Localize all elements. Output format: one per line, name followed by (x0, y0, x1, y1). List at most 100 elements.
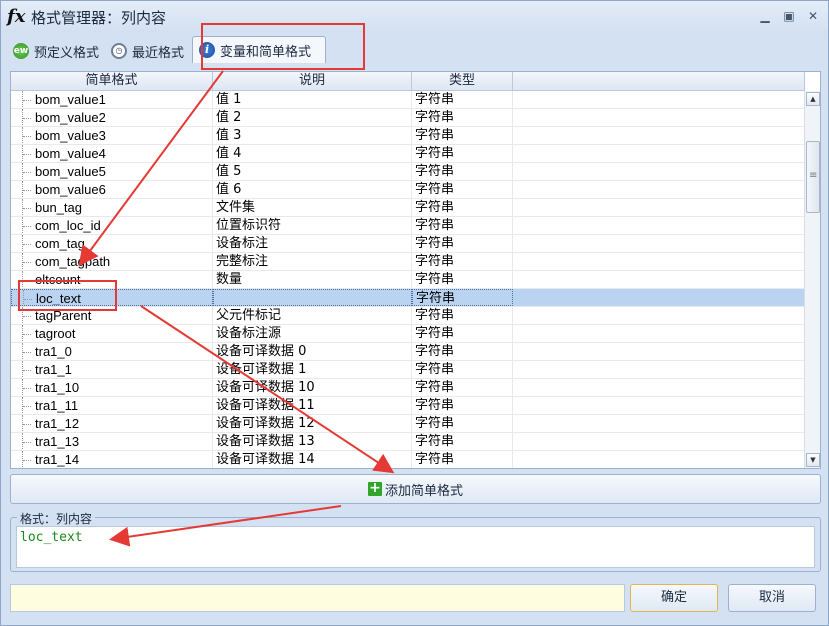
tab-label: 最近格式 (132, 45, 185, 61)
cell-description: 设备可译数据 13 (213, 433, 412, 450)
cell-filler (513, 379, 805, 396)
cell-format-name: loc_text (11, 289, 213, 306)
cell-type: 字符串 (412, 415, 513, 432)
add-simple-format-button[interactable]: + 添加简单格式 (10, 474, 821, 504)
ew-icon: ew (13, 43, 29, 59)
vertical-scrollbar[interactable]: ▲ ▼ (804, 91, 820, 468)
cell-description: 值 6 (213, 181, 412, 198)
grid-rows: bom_value1 值 1 字符串 bom_value2 值 2 字符串 bom_valu… (11, 91, 805, 468)
table-row[interactable]: bom_value3 值 3 字符串 (11, 127, 805, 145)
cell-filler (513, 145, 805, 162)
cell-type: 字符串 (412, 235, 513, 252)
tab-label: 变量和简单格式 (220, 44, 312, 60)
status-field[interactable] (10, 584, 625, 612)
format-manager-window: fx 格式管理器：列内容 ▁ ▣ ✕ ew 预定义格式 ◷ 最近格式 i 变量和… (0, 0, 829, 626)
simple-format-grid[interactable]: 简单格式 说明 类型 bom_value1 值 1 字符串 bom_value2 值 2… (10, 71, 821, 469)
cell-filler (513, 307, 805, 324)
cell-format-name: bom_value6 (11, 181, 213, 198)
cell-type: 字符串 (412, 361, 513, 378)
cell-description: 设备可译数据 0 (213, 343, 412, 360)
title-bar: fx 格式管理器：列内容 ▁ ▣ ✕ (1, 1, 828, 33)
cell-filler (513, 451, 805, 468)
cell-filler (513, 289, 805, 306)
cell-format-name: com_tag (11, 235, 213, 252)
scroll-thumb[interactable] (806, 141, 820, 213)
table-row[interactable]: bun_tag 文件集 字符串 (11, 199, 805, 217)
cell-filler (513, 415, 805, 432)
cell-description: 文件集 (213, 199, 412, 216)
table-row[interactable]: com_tag 设备标注 字符串 (11, 235, 805, 253)
column-header-description[interactable]: 说明 (213, 72, 412, 91)
close-icon[interactable]: ✕ (806, 9, 820, 23)
format-input[interactable]: loc_text (16, 526, 815, 568)
table-row[interactable]: bom_value6 值 6 字符串 (11, 181, 805, 199)
tab-predefined-formats[interactable]: ew 预定义格式 (9, 39, 107, 63)
table-row[interactable]: bom_value1 值 1 字符串 (11, 91, 805, 109)
maximize-icon[interactable]: ▣ (782, 9, 796, 23)
cell-description: 设备可译数据 14 (213, 451, 412, 468)
cell-filler (513, 253, 805, 270)
cell-description: 值 1 (213, 91, 412, 108)
cell-filler (513, 199, 805, 216)
table-row[interactable]: tra1_11 设备可译数据 11 字符串 (11, 397, 805, 415)
cell-filler (513, 235, 805, 252)
clock-icon: ◷ (111, 43, 128, 59)
window-controls: ▁ ▣ ✕ (758, 9, 820, 23)
cell-type: 字符串 (412, 307, 513, 324)
table-row[interactable]: bom_value2 值 2 字符串 (11, 109, 805, 127)
tab-label: 预定义格式 (34, 45, 100, 61)
column-header-format[interactable]: 简单格式 (11, 72, 213, 91)
table-row[interactable]: com_tagpath 完整标注 字符串 (11, 253, 805, 271)
scroll-down-icon[interactable]: ▼ (806, 453, 820, 467)
cell-description: 设备可译数据 11 (213, 397, 412, 414)
tab-recent-formats[interactable]: ◷ 最近格式 (107, 39, 192, 63)
table-row[interactable]: tra1_0 设备可译数据 0 字符串 (11, 343, 805, 361)
cell-description: 设备可译数据 10 (213, 379, 412, 396)
column-header-type[interactable]: 类型 (412, 72, 513, 91)
cell-type: 字符串 (412, 181, 513, 198)
table-row[interactable]: tra1_13 设备可译数据 13 字符串 (11, 433, 805, 451)
table-row[interactable]: tra1_12 设备可译数据 12 字符串 (11, 415, 805, 433)
minimize-icon[interactable]: ▁ (758, 9, 772, 23)
format-legend: 格式：列内容 (17, 510, 96, 527)
table-row[interactable]: tra1_1 设备可译数据 1 字符串 (11, 361, 805, 379)
tab-variables-simple-formats[interactable]: i 变量和简单格式 (192, 36, 327, 63)
table-row[interactable]: tra1_10 设备可译数据 10 字符串 (11, 379, 805, 397)
cancel-button[interactable]: 取消 (728, 584, 816, 612)
table-row[interactable]: bom_value5 值 5 字符串 (11, 163, 805, 181)
cell-type: 字符串 (412, 289, 513, 306)
table-row[interactable]: tra1_14 设备可译数据 14 字符串 (11, 451, 805, 468)
cell-format-name: tra1_1 (11, 361, 213, 378)
cell-filler (513, 325, 805, 342)
cell-type: 字符串 (412, 163, 513, 180)
scroll-up-icon[interactable]: ▲ (806, 92, 820, 106)
cell-filler (513, 433, 805, 450)
cell-filler (513, 361, 805, 378)
table-row[interactable]: tagroot 设备标注源 字符串 (11, 325, 805, 343)
table-row[interactable]: tagParent 父元件标记 字符串 (11, 307, 805, 325)
column-header-filler (513, 72, 805, 91)
cell-filler (513, 343, 805, 360)
table-row[interactable]: eltcount 数量 字符串 (11, 271, 805, 289)
cell-format-name: tra1_0 (11, 343, 213, 360)
cell-format-name: bom_value1 (11, 91, 213, 108)
cell-filler (513, 109, 805, 126)
cell-format-name: eltcount (11, 271, 213, 288)
cell-filler (513, 217, 805, 234)
table-row[interactable]: loc_text 字符串 (11, 289, 805, 307)
cell-description: 设备标注 (213, 235, 412, 252)
table-row[interactable]: bom_value4 值 4 字符串 (11, 145, 805, 163)
cell-description: 位置标识符 (213, 217, 412, 234)
info-icon: i (199, 42, 216, 58)
table-row[interactable]: com_loc_id 位置标识符 字符串 (11, 217, 805, 235)
cell-type: 字符串 (412, 91, 513, 108)
cell-description: 数量 (213, 271, 412, 288)
cell-description: 值 2 (213, 109, 412, 126)
cell-type: 字符串 (412, 217, 513, 234)
cell-filler (513, 397, 805, 414)
fx-icon: fx (7, 6, 26, 27)
cell-description: 设备可译数据 12 (213, 415, 412, 432)
cell-type: 字符串 (412, 433, 513, 450)
cell-type: 字符串 (412, 253, 513, 270)
ok-button[interactable]: 确定 (630, 584, 718, 612)
